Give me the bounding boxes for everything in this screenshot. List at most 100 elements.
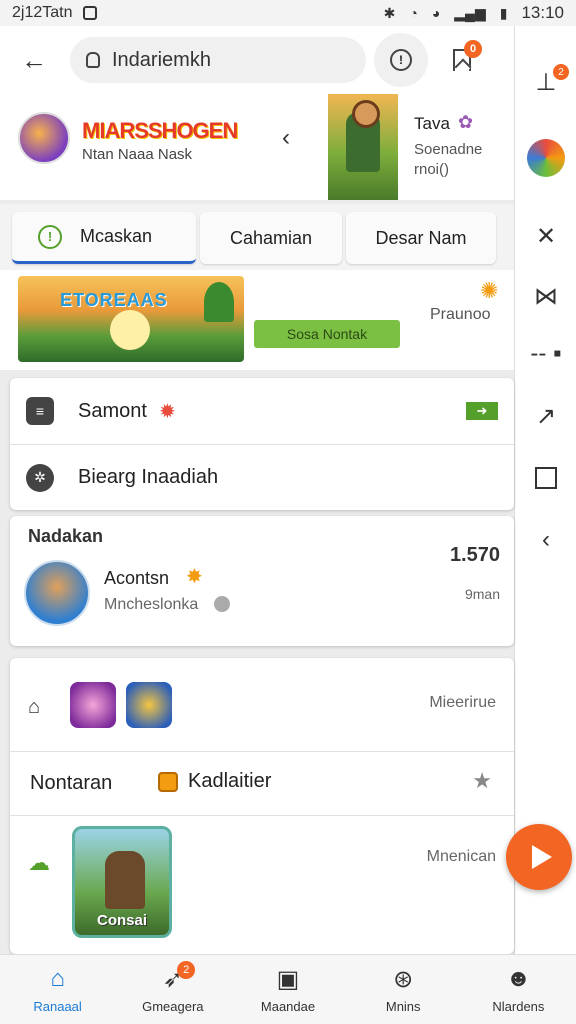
nav-item-nlardens[interactable]: ☻ Nlardens — [461, 955, 576, 1024]
bottom-nav: ⌂ Ranaaal ➶ 2 Gmeagera ▣ Maandae ⊛ Mnins… — [0, 954, 576, 1024]
nav-label: Mnins — [385, 999, 421, 1014]
status-time-left: 2j12Tatn — [12, 4, 73, 21]
notification-icon — [82, 6, 97, 20]
tab-desar-nam[interactable]: Desar Nam — [346, 212, 496, 264]
row-title: Nontaran — [30, 772, 113, 794]
play-icon — [532, 845, 552, 869]
tab-label: Desar Nam — [375, 227, 467, 248]
game-artwork[interactable]: Consai — [72, 826, 172, 938]
back-button[interactable]: ← — [14, 40, 54, 80]
nav-label: Maandae — [260, 999, 316, 1014]
crown-button[interactable]: ⋈ — [515, 274, 576, 318]
row-label: Mieerirue — [429, 694, 496, 711]
search-text[interactable]: Indariemkh — [112, 49, 211, 72]
arrow-right-icon[interactable]: ➜ — [466, 402, 498, 420]
nav-item-mnins[interactable]: ⊛ Mnins — [346, 955, 461, 1024]
list-item[interactable]: Nontaran Kadlaitier ★ — [10, 752, 514, 816]
promo-artwork — [328, 94, 398, 200]
game-icon — [24, 560, 90, 626]
promo-card[interactable]: MIARSSHOGEN Ntan Naaa Nask ‹ Tava ✿ Soen… — [0, 94, 514, 200]
banner-image[interactable]: ETOREAAS — [18, 276, 244, 362]
puzzle-icon — [158, 772, 178, 792]
detail-value: 1.570 — [449, 544, 500, 566]
banner-side-label: Praunoo — [430, 306, 491, 323]
side-rail: ⊥ 2 ✕ ⋈ -- ▪ ↗ ‹ — [514, 26, 576, 954]
row-label: Mnenican — [426, 848, 496, 865]
list-item-label: Samont — [78, 399, 147, 422]
bluetooth-icon: ✱ — [383, 4, 396, 21]
detail-unit: 9man — [464, 586, 500, 602]
tab-bar: ! Mcaskan Cahamian Desar Nam — [0, 204, 514, 270]
dash-icon: -- ▪ — [530, 340, 562, 367]
chevron-left-icon[interactable]: ‹ — [282, 124, 290, 152]
settings-icon: ✲ — [26, 463, 54, 492]
verified-icon — [214, 596, 230, 612]
bookmark-button[interactable]: 0 — [442, 40, 482, 80]
bottom-card: ⌂ Mieerirue Nontaran Kadlaitier ★ ☁ Cons… — [10, 658, 514, 954]
burst-icon: ✹ — [158, 400, 176, 423]
game-caption: Consai — [96, 912, 147, 929]
wifi-icon: ◕ — [431, 5, 441, 21]
promo-side-name: Tava — [414, 114, 450, 133]
home-icon: ⌂ — [28, 696, 41, 718]
detail-card[interactable]: Nadakan Acontsn ✸ Mncheslonka 1.570 9man — [10, 516, 514, 646]
timer-button[interactable]: ! — [374, 33, 428, 87]
status-time-right: 13:10 — [521, 3, 564, 22]
arrow-up-right-button[interactable]: ↗ — [515, 394, 576, 438]
play-button[interactable] — [506, 824, 572, 890]
nav-label: Gmeagera — [142, 999, 204, 1014]
crown-icon: ⋈ — [534, 282, 558, 310]
tools-icon: ✕ — [535, 222, 557, 250]
antenna-button[interactable]: ⊥ 2 — [515, 60, 576, 104]
bookmark-badge: 0 — [464, 40, 482, 58]
rail-back-button[interactable]: ‹ — [515, 518, 576, 562]
tools-button[interactable]: ✕ — [515, 214, 576, 258]
nav-badge: 2 — [177, 961, 196, 979]
list-item[interactable]: ≡ Samont ✹ ➜ — [10, 378, 514, 444]
promo-subtitle: Ntan Naaa Nask — [82, 146, 193, 163]
list-item[interactable]: ⌂ Mieerirue — [10, 658, 514, 752]
row-label: Kadlaitier — [188, 770, 272, 792]
app-logo — [18, 112, 70, 164]
arrow-left-icon: ← — [21, 44, 47, 75]
nav-item-gmeagera[interactable]: ➶ 2 Gmeagera — [115, 955, 230, 1024]
flower-icon: ✿ — [458, 112, 474, 132]
game-thumbnail[interactable] — [70, 682, 116, 728]
timer-icon: ! — [390, 49, 412, 71]
banner-card: ETOREAAS Sosa Nontak ✺ Praunoo — [0, 270, 514, 370]
person-icon: ☻ — [505, 965, 532, 992]
cloud-icon: ☁ — [28, 850, 50, 875]
menu-icon: ≡ — [26, 397, 54, 425]
nav-label: Nlardens — [492, 999, 545, 1014]
compass-icon: ⊛ — [393, 965, 414, 993]
game-thumbnail[interactable] — [126, 682, 172, 728]
promo-title: MIARSSHOGEN — [82, 118, 238, 143]
status-bar: 2j12Tatn ✱ ◔ ◕ ▂▄▆ ▮ 13:10 — [0, 0, 576, 26]
calendar-icon: ▣ — [276, 965, 300, 993]
search-bar[interactable]: Indariemkh — [70, 37, 366, 83]
tab-label: Mcaskan — [79, 226, 153, 246]
back-chevron-icon: ‹ — [542, 526, 550, 553]
detail-subtitle: Mncheslonka — [104, 596, 199, 613]
nav-label: Ranaaal — [33, 999, 82, 1014]
gear-icon: ✺ — [480, 278, 499, 303]
menu-list: ≡ Samont ✹ ➜ ✲ Biearg Inaadiah — [10, 378, 514, 510]
nav-item-maandae[interactable]: ▣ Maandae — [230, 955, 345, 1024]
square-icon — [535, 467, 557, 489]
top-bar: ← Indariemkh ! 0 — [0, 26, 514, 94]
tab-label: Cahamian — [229, 227, 313, 248]
clock-icon: ! — [38, 224, 62, 249]
arrow-up-right-icon: ↗ — [535, 402, 557, 430]
list-item[interactable]: ✲ Biearg Inaadiah — [10, 444, 514, 510]
star-icon[interactable]: ★ — [472, 768, 492, 794]
battery-icon: ▮ — [499, 4, 508, 21]
banner-cta-button[interactable]: Sosa Nontak — [254, 320, 400, 348]
square-button[interactable] — [515, 456, 576, 500]
list-item[interactable]: ☁ Consai Mnenican — [10, 816, 514, 950]
tab-mcaskan[interactable]: ! Mcaskan — [12, 212, 196, 264]
tab-cahamian[interactable]: Cahamian — [200, 212, 342, 264]
dash-button[interactable]: -- ▪ — [515, 332, 576, 376]
nav-item-home[interactable]: ⌂ Ranaaal — [0, 955, 115, 1024]
rail-avatar-button[interactable] — [515, 136, 576, 180]
wifi-icon: ◔ — [409, 5, 418, 21]
